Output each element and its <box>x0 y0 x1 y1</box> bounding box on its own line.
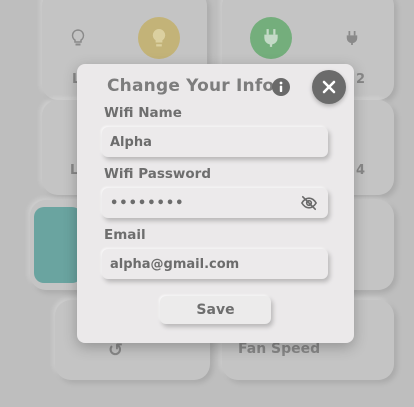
eye-slash-icon[interactable] <box>300 195 318 211</box>
wifi-name-label: Wifi Name <box>104 105 182 121</box>
wifi-password-field[interactable] <box>102 188 328 218</box>
close-button[interactable] <box>312 70 346 104</box>
modal-title: Change Your Info <box>107 76 275 96</box>
change-info-modal: Change Your Info Wifi Name Wifi Password… <box>77 64 354 343</box>
close-icon <box>322 80 336 94</box>
save-button[interactable]: Save <box>160 296 271 324</box>
email-field[interactable] <box>102 249 328 279</box>
wifi-name-field[interactable] <box>102 127 328 157</box>
email-input[interactable] <box>110 249 300 279</box>
wifi-password-input[interactable] <box>110 188 300 218</box>
info-icon[interactable] <box>272 78 290 96</box>
wifi-password-label: Wifi Password <box>104 166 212 182</box>
wifi-name-input[interactable] <box>110 127 300 157</box>
email-label: Email <box>104 227 146 243</box>
